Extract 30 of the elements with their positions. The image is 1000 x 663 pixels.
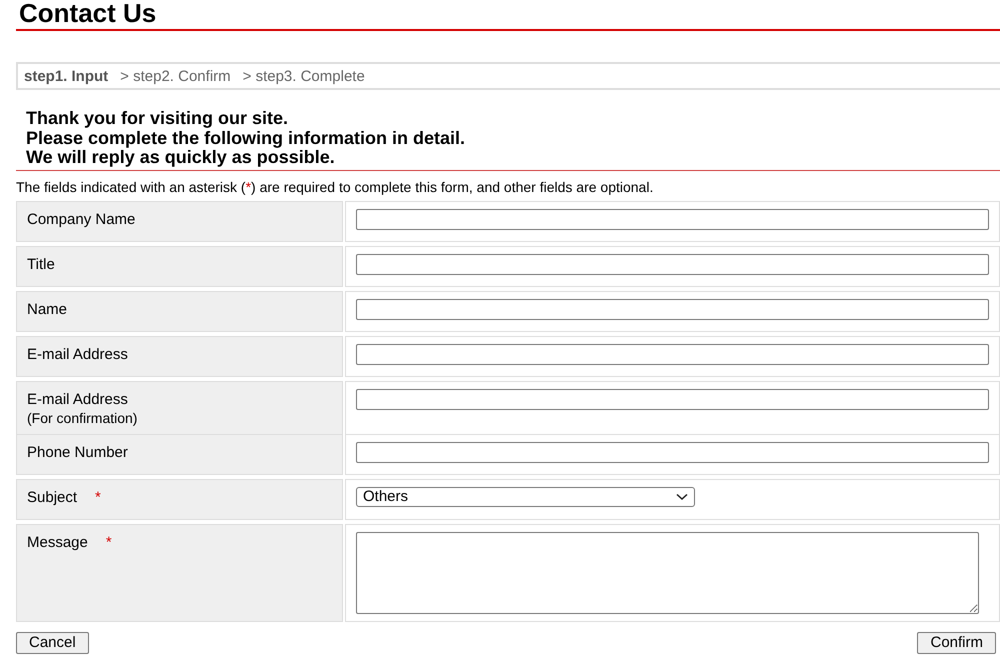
field-label: Message xyxy=(27,534,88,550)
required-mark: * xyxy=(95,488,101,506)
field-label: Title xyxy=(27,256,55,272)
intro-text: Thank you for visiting our site. xyxy=(26,109,290,128)
chevron-down-icon xyxy=(676,492,688,500)
subject-dropdown[interactable]: Others xyxy=(356,486,695,506)
cancel-button[interactable]: Cancel xyxy=(16,632,89,654)
required-mark: * xyxy=(106,534,112,550)
input-field[interactable] xyxy=(356,254,989,274)
intro-text: We will reply as quickly as possible. xyxy=(26,148,336,168)
confirm-button[interactable]: Confirm xyxy=(917,632,996,654)
step-label: > step2. Confirm xyxy=(120,68,231,84)
input-field[interactable] xyxy=(356,208,989,230)
field-label: Phone Number xyxy=(27,444,128,460)
field-label: E-mail Address xyxy=(27,390,128,408)
field-sublabel: (For confirmation) xyxy=(27,410,138,426)
message-field[interactable] xyxy=(356,532,979,614)
input-field[interactable] xyxy=(356,344,989,364)
input-field[interactable] xyxy=(356,388,989,410)
page-title: Contact Us xyxy=(16,0,1000,31)
intro-text: Please complete the following information in detail. xyxy=(26,128,466,148)
step-label: step1. Input xyxy=(24,68,108,84)
field-label: E-mail Address xyxy=(27,346,128,362)
field-label: Subject xyxy=(27,488,78,506)
input-field[interactable] xyxy=(356,298,989,320)
field-label: Name xyxy=(27,300,68,318)
step-label: > step3. Complete xyxy=(242,68,365,84)
field-label: Company Name xyxy=(27,210,136,228)
input-field[interactable] xyxy=(356,442,989,462)
required-note: The fields indicated with an asterisk (*) are required to complete this form, and other fields are optional. xyxy=(16,178,654,194)
